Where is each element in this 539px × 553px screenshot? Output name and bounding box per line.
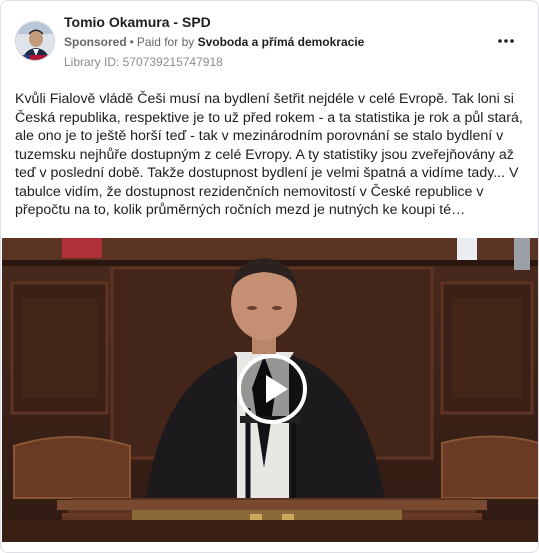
ad-card: Tomio Okamura - SPD Sponsored • Paid for b… xyxy=(0,0,539,553)
post-header: Tomio Okamura - SPD Sponsored • Paid for b… xyxy=(1,1,538,75)
more-options-button[interactable] xyxy=(496,31,516,51)
page-avatar[interactable] xyxy=(15,21,55,61)
paid-for-label: Paid for by xyxy=(136,35,195,49)
play-button[interactable] xyxy=(237,354,307,424)
video-player[interactable] xyxy=(2,238,538,542)
play-icon xyxy=(266,375,288,403)
sponsored-meta: Sponsored • Paid for by Svoboda a přímá de… xyxy=(64,35,364,49)
more-horizontal-icon xyxy=(498,39,514,43)
post-body-text: Kvůli Fialově vládě Češi musí na bydlení… xyxy=(15,91,523,218)
avatar-image xyxy=(16,22,54,60)
library-id: Library ID: 570739215747918 xyxy=(64,55,223,69)
payer-name[interactable]: Svoboda a přímá demokracie xyxy=(198,35,365,49)
sponsored-label: Sponsored xyxy=(64,35,127,49)
page-name[interactable]: Tomio Okamura - SPD xyxy=(64,14,211,30)
separator-dot: • xyxy=(129,35,134,49)
